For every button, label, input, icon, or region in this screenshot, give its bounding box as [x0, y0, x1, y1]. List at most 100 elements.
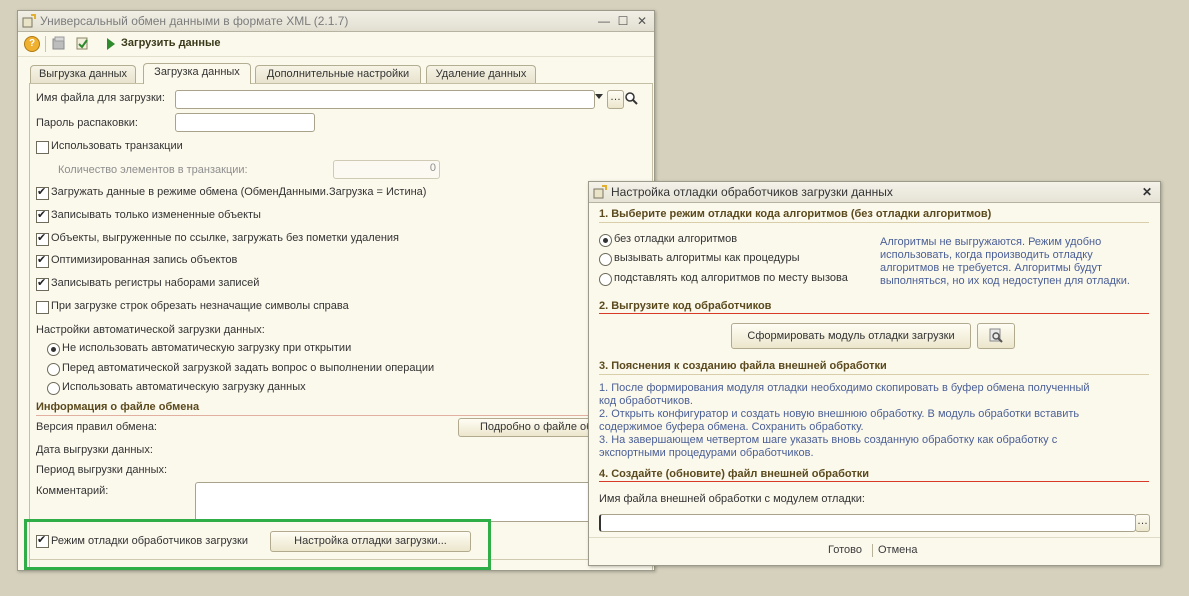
transaction-count-input[interactable]: 0 [333, 160, 440, 179]
transaction-count-label: Количество элементов в транзакции: [58, 164, 248, 176]
algo-mode-none-radio[interactable] [599, 234, 612, 247]
minimize-icon[interactable]: — [596, 13, 612, 29]
load-data-label: Загрузить данные [121, 37, 221, 49]
password-label: Пароль распаковки: [36, 117, 138, 129]
changed-only-label: Записывать только измененные объекты [51, 209, 261, 221]
trim-strings-label: При загрузке строк обрезать незначащие с… [51, 300, 349, 312]
magnifier-icon[interactable] [624, 91, 639, 106]
step3-text-line3: 2. Открыть конфигуратор и создать новую … [599, 408, 1080, 420]
use-transactions-checkbox[interactable] [36, 141, 49, 154]
changed-only-checkbox[interactable] [36, 208, 49, 223]
export-period-label: Период выгрузки данных: [36, 464, 168, 476]
export-date-label: Дата выгрузки данных: [36, 444, 153, 456]
step1-hint-line3: алгоритмов не требуется. Алгоритмы будут [880, 262, 1102, 274]
algo-mode-procedures-radio[interactable] [599, 253, 612, 266]
load-settings-icon[interactable] [75, 36, 90, 51]
step1-divider [599, 222, 1149, 223]
close-icon[interactable]: ✕ [634, 13, 650, 29]
ext-file-input[interactable] [599, 514, 1136, 532]
step3-text-line4: содержимое буфера обмена. Сохранить обра… [599, 421, 864, 433]
file-input[interactable] [175, 90, 595, 109]
auto-load-option-use[interactable] [47, 382, 60, 395]
exchange-mode-checkbox[interactable] [36, 185, 49, 200]
tab-delete[interactable]: Удаление данных [426, 65, 536, 83]
algo-mode-procedures-label: вызывать алгоритмы как процедуры [614, 252, 800, 264]
algo-mode-none-label: без отладки алгоритмов [614, 233, 738, 245]
main-toolbar: ? Загрузить данные [18, 32, 654, 57]
step1-title: 1. Выберите режим отладки кода алгоритмо… [599, 208, 992, 220]
step3-divider [599, 374, 1149, 375]
search-icon [989, 328, 1003, 343]
register-sets-checkbox[interactable] [36, 276, 49, 291]
main-window-title: Универсальный обмен данными в формате XM… [40, 14, 349, 28]
password-input[interactable] [175, 113, 315, 132]
optimized-write-label: Оптимизированная запись объектов [51, 254, 238, 266]
comment-textarea[interactable] [195, 482, 637, 522]
use-transactions-label: Использовать транзакции [51, 140, 183, 152]
debug-settings-dialog: Настройка отладки обработчиков загрузки … [588, 181, 1161, 566]
footer-separator [872, 544, 873, 557]
tab-import-label: Загрузка данных [154, 66, 240, 78]
app-icon [22, 14, 36, 28]
step3-text-line5: 3. На завершающем четвертом шаге указать… [599, 434, 1058, 446]
dialog-titlebar[interactable]: Настройка отладки обработчиков загрузки … [589, 182, 1160, 203]
tab-additional-label: Дополнительные настройки [266, 68, 410, 80]
step1-hint-line1: Алгоритмы не выгружаются. Режим удобно [880, 236, 1102, 248]
highlight-frame [24, 519, 491, 570]
ok-button[interactable]: Готово [828, 544, 862, 556]
exchange-mode-label: Загружать данные в режиме обмена (ОбменД… [51, 186, 427, 198]
step4-divider [599, 481, 1149, 482]
comment-label: Комментарий: [36, 485, 109, 497]
ext-file-label: Имя файла внешней обработки с модулем от… [599, 493, 865, 505]
info-section-divider [36, 415, 636, 416]
auto-load-label: Настройки автоматической загрузки данных… [36, 324, 265, 336]
step1-hint-line2: использовать, когда производить отладку [880, 249, 1093, 261]
main-titlebar[interactable]: Универсальный обмен данными в формате XM… [18, 11, 654, 32]
tab-import[interactable]: Загрузка данных [143, 63, 251, 84]
auto-load-option-none[interactable] [47, 343, 60, 356]
dialog-close-icon[interactable]: ✕ [1139, 184, 1155, 200]
no-deletion-mark-checkbox[interactable] [36, 231, 49, 246]
step2-title: 2. Выгрузите код обработчиков [599, 300, 772, 312]
step2-divider [599, 313, 1149, 314]
algo-mode-inline-radio[interactable] [599, 273, 612, 286]
generate-module-button[interactable]: Сформировать модуль отладки загрузки [731, 323, 971, 349]
auto-load-option-none-label: Не использовать автоматическую загрузку … [62, 342, 352, 354]
algo-mode-inline-label: подставлять код алгоритмов по месту вызо… [614, 272, 848, 284]
auto-load-option-use-label: Использовать автоматическую загрузку дан… [62, 381, 306, 393]
auto-load-option-ask[interactable] [47, 363, 60, 376]
file-label: Имя файла для загрузки: [36, 92, 165, 104]
optimized-write-checkbox[interactable] [36, 253, 49, 268]
dialog-app-icon [593, 185, 607, 199]
dialog-title: Настройка отладки обработчиков загрузки … [611, 185, 893, 199]
tab-export[interactable]: Выгрузка данных [30, 65, 136, 83]
dialog-footer-divider [589, 537, 1160, 538]
step1-hint-line4: выполняться, но их код недоступен для от… [880, 275, 1130, 287]
tab-additional-settings[interactable]: Дополнительные настройки [255, 65, 421, 83]
generate-module-label: Сформировать модуль отладки загрузки [747, 330, 955, 342]
file-dropdown-icon[interactable] [595, 94, 603, 99]
file-browse-button[interactable]: … [607, 90, 624, 109]
step3-text-line2: код обработчиков. [599, 395, 693, 407]
tab-export-label: Выгрузка данных [38, 68, 128, 80]
step3-text-line1: 1. После формирования модуля отладки нео… [599, 382, 1090, 394]
transaction-count-value: 0 [429, 162, 436, 174]
step3-title: 3. Пояснения к созданию файла внешней об… [599, 360, 887, 372]
rules-version-label: Версия правил обмена: [36, 421, 157, 433]
tab-delete-label: Удаление данных [435, 68, 527, 80]
no-deletion-mark-label: Объекты, выгруженные по ссылке, загружат… [51, 232, 400, 244]
main-window: Универсальный обмен данными в формате XM… [17, 10, 655, 571]
save-settings-icon[interactable] [52, 36, 67, 51]
ext-file-browse-button[interactable]: … [1135, 514, 1150, 532]
auto-load-option-ask-label: Перед автоматической загрузкой задать во… [62, 362, 435, 374]
trim-strings-checkbox[interactable] [36, 301, 49, 314]
toolbar-separator [45, 36, 46, 52]
open-module-button[interactable] [977, 323, 1015, 349]
help-icon[interactable]: ? [24, 36, 40, 52]
register-sets-label: Записывать регистры наборами записей [51, 277, 260, 289]
play-icon [107, 38, 115, 50]
maximize-icon[interactable]: ☐ [615, 13, 631, 29]
step4-title: 4. Создайте (обновите) файл внешней обра… [599, 468, 869, 480]
info-section-title: Информация о файле обмена [36, 401, 200, 413]
cancel-button[interactable]: Отмена [878, 544, 917, 556]
